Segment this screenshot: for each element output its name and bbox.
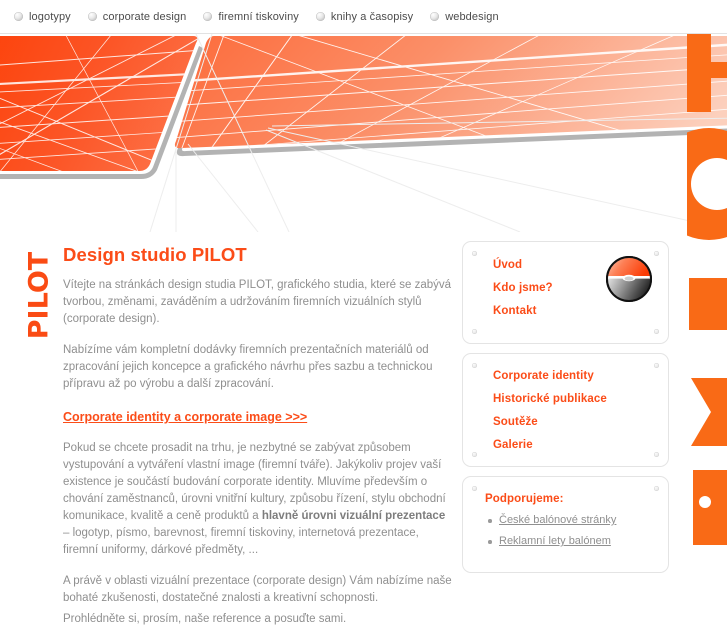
bullet-sphere-icon (87, 12, 97, 21)
top-navigation: logotypy corporate design firemní tiskov… (0, 0, 727, 33)
sidebar-item-kontakt[interactable]: Kontakt (493, 305, 652, 317)
nav-item-knihy-a-casopisy[interactable]: knihy a časopisy (315, 10, 414, 23)
ci-text-part-2: – logotyp, písmo, barevnost, firemní tis… (63, 527, 419, 556)
list-item: Reklamní lety balónem (488, 535, 652, 548)
nav-item-firemni-tiskoviny[interactable]: firemní tiskoviny (203, 11, 299, 23)
intro-paragraph-2: Nabízíme vám kompletní dodávky firemních… (63, 344, 433, 390)
corporate-identity-paragraph: Pokud se chcete prosadit na trhu, je nez… (63, 440, 453, 559)
nav-item-webdesign[interactable]: webdesign (430, 11, 499, 23)
sidebar-item-souteze[interactable]: Soutěže (493, 416, 652, 428)
list-item: České balónové stránky (488, 514, 652, 527)
screw-dot-icon (654, 329, 659, 334)
intro-paragraph-1: Vítejte na stránkách design studia PILOT… (63, 279, 452, 325)
nav-divider (0, 33, 727, 34)
sidebar-item-historicke-publikace[interactable]: Historické publikace (493, 393, 652, 405)
closing-paragraph-2: Prohlédněte si, prosím, naše reference a… (63, 613, 347, 625)
screw-dot-icon (472, 452, 477, 457)
screw-dot-icon (472, 251, 477, 256)
nav-item-label: corporate design (102, 10, 187, 23)
nav-item-label: logotypy (29, 10, 71, 23)
nav-item-corporate-design[interactable]: corporate design (87, 10, 187, 23)
nav-item-label: firemní tiskoviny (218, 10, 299, 23)
screw-dot-icon (472, 329, 477, 334)
screw-dot-icon (472, 486, 477, 491)
support-panel-heading: Podporujeme: (485, 493, 564, 505)
nav-item-label: webdesign (445, 10, 499, 23)
support-link-list: České balónové stránky Reklamní lety bal… (485, 514, 652, 548)
support-link-ceske-balonove-stranky[interactable]: České balónové stránky (499, 514, 616, 526)
support-link-reklamni-lety-balonem[interactable]: Reklamní lety balónem (499, 535, 611, 547)
ci-text-emphasis: hlavně úrovni vizuální prezentace (261, 510, 446, 522)
bullet-sphere-icon (203, 12, 213, 21)
sidebar-panel-navigation: Úvod Kdo jsme? Kontakt (462, 241, 669, 344)
screw-dot-icon (654, 363, 659, 368)
corporate-identity-link[interactable]: Corporate identity a corporate image >>> (63, 410, 307, 424)
sidebar-panel-sections: Corporate identity Historické publikace … (462, 353, 669, 467)
bullet-sphere-icon (315, 12, 325, 21)
sidebar: Úvod Kdo jsme? Kontakt Corporate identit… (462, 241, 669, 582)
screw-dot-icon (654, 251, 659, 256)
bullet-sphere-icon (430, 12, 440, 21)
sidebar-item-galerie[interactable]: Galerie (493, 439, 652, 451)
nav-item-logotypy[interactable]: logotypy (14, 11, 71, 23)
nav-item-label: knihy a časopisy (330, 10, 414, 23)
sphere-horizon-icon (605, 255, 653, 303)
page-title: Design studio PILOT (63, 244, 247, 265)
sidebar-panel-support: Podporujeme: České balónové stránky Rekl… (462, 476, 669, 573)
vertical-pilot-logo: PILOT (16, 240, 62, 352)
screw-dot-icon (654, 486, 659, 491)
sidebar-item-corporate-identity[interactable]: Corporate identity (493, 370, 652, 382)
closing-paragraph-1: A právě v oblasti vizuální prezentace (c… (63, 575, 452, 604)
screw-dot-icon (654, 452, 659, 457)
screw-dot-icon (472, 363, 477, 368)
article-content: Design studio PILOT Vítejte na stránkách… (63, 244, 453, 642)
bullet-sphere-icon (14, 12, 23, 21)
header-banner-graphic (0, 34, 727, 232)
vertical-pilot-logo-text: PILOT (23, 251, 55, 340)
